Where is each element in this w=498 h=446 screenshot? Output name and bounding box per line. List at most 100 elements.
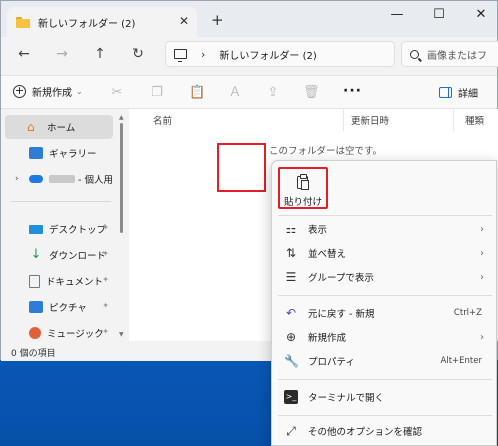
scroll-thumb[interactable] [120, 123, 123, 233]
chevron-right-icon: › [480, 223, 484, 235]
paste-label: 貼り付け [283, 197, 322, 208]
column-header-modified[interactable]: 更新日時 [351, 113, 389, 127]
chevron-right-icon: › [480, 271, 484, 283]
chevron-right-icon: › [480, 331, 484, 343]
maximize-button[interactable]: ☐ [425, 5, 453, 25]
pin-icon: ✦ [102, 275, 109, 284]
plus-icon: + [13, 84, 26, 98]
context-menu: 貼り付け ⚏ 表示 › ⇅ 並べ替え › ☰ グループで表示 › ↶ 元に戻す … [271, 160, 497, 446]
refresh-button[interactable]: ↻ [127, 43, 149, 65]
address-bar[interactable]: › 新しいフォルダー (2) [165, 41, 395, 67]
highlight-box [217, 143, 266, 192]
up-button[interactable]: ↑ [89, 43, 111, 65]
search-icon [410, 49, 419, 59]
item-count: 0 個の項目 [11, 349, 56, 359]
close-button[interactable]: ✕ [467, 5, 495, 25]
sidebar-item-label: - 個人用 [78, 175, 113, 186]
sidebar-item-desktop[interactable]: デスクトップ ✦ [5, 217, 113, 241]
sort-icon: ⇅ [285, 246, 297, 260]
this-pc-icon [174, 49, 187, 62]
new-button-label: 新規作成 [32, 88, 72, 99]
paste-icon[interactable]: 📋 [189, 85, 205, 101]
scroll-up-icon[interactable]: ▲ [119, 114, 124, 121]
address-text[interactable]: 新しいフォルダー (2) [219, 47, 316, 62]
download-icon: ↓ [30, 247, 42, 262]
menu-item-open-terminal[interactable]: >_ ターミナルで開く [276, 385, 494, 409]
menu-item-label: ターミナルで開く [308, 393, 385, 404]
sidebar-item-downloads[interactable]: ↓ ダウンロード ✦ [5, 243, 113, 267]
delete-icon[interactable]: 🗑 [303, 85, 320, 101]
document-icon [29, 274, 40, 288]
scroll-down-icon[interactable]: ▼ [119, 331, 124, 338]
new-button[interactable]: + 新規作成 ⌄ [13, 84, 83, 99]
sidebar-item-label: ホーム [47, 123, 76, 134]
search-placeholder[interactable]: 画像またはフ [427, 47, 487, 62]
tab-title: 新しいフォルダー (2) [38, 18, 136, 30]
sidebar-item-pictures[interactable]: ピクチャ ✦ [5, 295, 113, 319]
cut-icon[interactable]: ✂ [109, 85, 125, 101]
menu-separator [278, 295, 492, 296]
shortcut-text: Alt+Enter [440, 356, 482, 366]
menu-item-label: 表示 [308, 225, 328, 236]
column-header-name[interactable]: 名前 [153, 113, 172, 127]
group-icon: ☰ [285, 270, 297, 284]
sidebar-item-onedrive[interactable]: › - 個人用 [5, 167, 113, 191]
menu-item-undo[interactable]: ↶ 元に戻す - 新規 Ctrl+Z [276, 301, 494, 325]
properties-icon: 🔧 [284, 354, 299, 368]
menu-item-group-by[interactable]: ☰ グループで表示 › [276, 265, 494, 289]
music-icon [29, 327, 41, 339]
minimize-button[interactable]: — [383, 5, 411, 25]
copy-icon[interactable]: ❐ [149, 85, 165, 101]
search-box[interactable]: 画像またはフ [401, 41, 498, 67]
menu-item-label: 並べ替え [308, 249, 347, 260]
command-bar: + 新規作成 ⌄ ✂ ❐ 📋 Ａ ⇪ 🗑 ··· 詳細 [1, 75, 497, 109]
terminal-icon: >_ [284, 390, 298, 404]
more-options-icon: ⤢ [286, 424, 296, 438]
new-icon: ⊕ [285, 330, 297, 344]
menu-item-view[interactable]: ⚏ 表示 › [276, 217, 494, 241]
column-separator[interactable] [453, 109, 454, 131]
pin-icon: ✦ [102, 301, 109, 310]
expand-chevron-icon[interactable]: › [15, 174, 19, 184]
more-options-button[interactable]: ··· [343, 83, 362, 99]
sidebar-item-home[interactable]: ⌂ ホーム [5, 115, 113, 139]
column-header-type[interactable]: 種類 [465, 113, 484, 127]
pictures-icon [29, 301, 43, 313]
tab-current-folder[interactable]: 新しいフォルダー (2) ✕ [7, 7, 197, 37]
sidebar-item-label: ピクチャ [49, 303, 87, 314]
undo-icon: ↶ [285, 306, 297, 320]
menu-item-sort[interactable]: ⇅ 並べ替え › [276, 241, 494, 265]
menu-item-new[interactable]: ⊕ 新規作成 › [276, 325, 494, 349]
sidebar-item-label: デスクトップ [49, 225, 107, 236]
menu-item-label: プロパティ [308, 357, 355, 368]
pin-icon: ✦ [102, 327, 109, 336]
menu-item-label: グループで表示 [308, 273, 374, 284]
paste-button[interactable]: 貼り付け [278, 167, 328, 209]
chevron-right-icon: › [201, 47, 206, 61]
pin-icon: ✦ [102, 223, 109, 232]
onedrive-icon [29, 175, 43, 183]
folder-icon [16, 16, 30, 28]
menu-item-properties[interactable]: 🔧 プロパティ Alt+Enter [276, 349, 494, 373]
redacted-name [49, 175, 75, 183]
new-tab-button[interactable]: + [211, 11, 224, 29]
details-label: 詳細 [458, 89, 478, 100]
details-pane-button[interactable]: 詳細 [439, 85, 478, 100]
navigation-bar: ← → ↑ ↻ › 新しいフォルダー (2) 画像またはフ [1, 37, 498, 71]
rename-icon[interactable]: Ａ [227, 85, 243, 101]
navigation-pane: ⌂ ホーム ギャラリー › - 個人用 デスクトップ ✦ ↓ ダウンロード ✦ … [1, 109, 119, 341]
sidebar-item-gallery[interactable]: ギャラリー [5, 141, 113, 165]
back-button[interactable]: ← [13, 43, 35, 65]
menu-item-label: その他のオプションを確認 [308, 427, 423, 438]
column-separator[interactable] [343, 109, 344, 131]
sidebar-item-label: ドキュメント [46, 277, 104, 288]
gallery-icon [29, 147, 43, 159]
menu-item-more-options[interactable]: ⤢ その他のオプションを確認 [276, 419, 494, 443]
forward-button[interactable]: → [51, 43, 73, 65]
pin-icon: ✦ [102, 249, 109, 258]
sidebar-divider [11, 201, 111, 202]
share-icon[interactable]: ⇪ [265, 85, 281, 101]
sidebar-item-documents[interactable]: ドキュメント ✦ [5, 269, 113, 293]
tab-close-button[interactable]: ✕ [179, 14, 189, 28]
sidebar-item-label: ダウンロード [49, 251, 107, 262]
